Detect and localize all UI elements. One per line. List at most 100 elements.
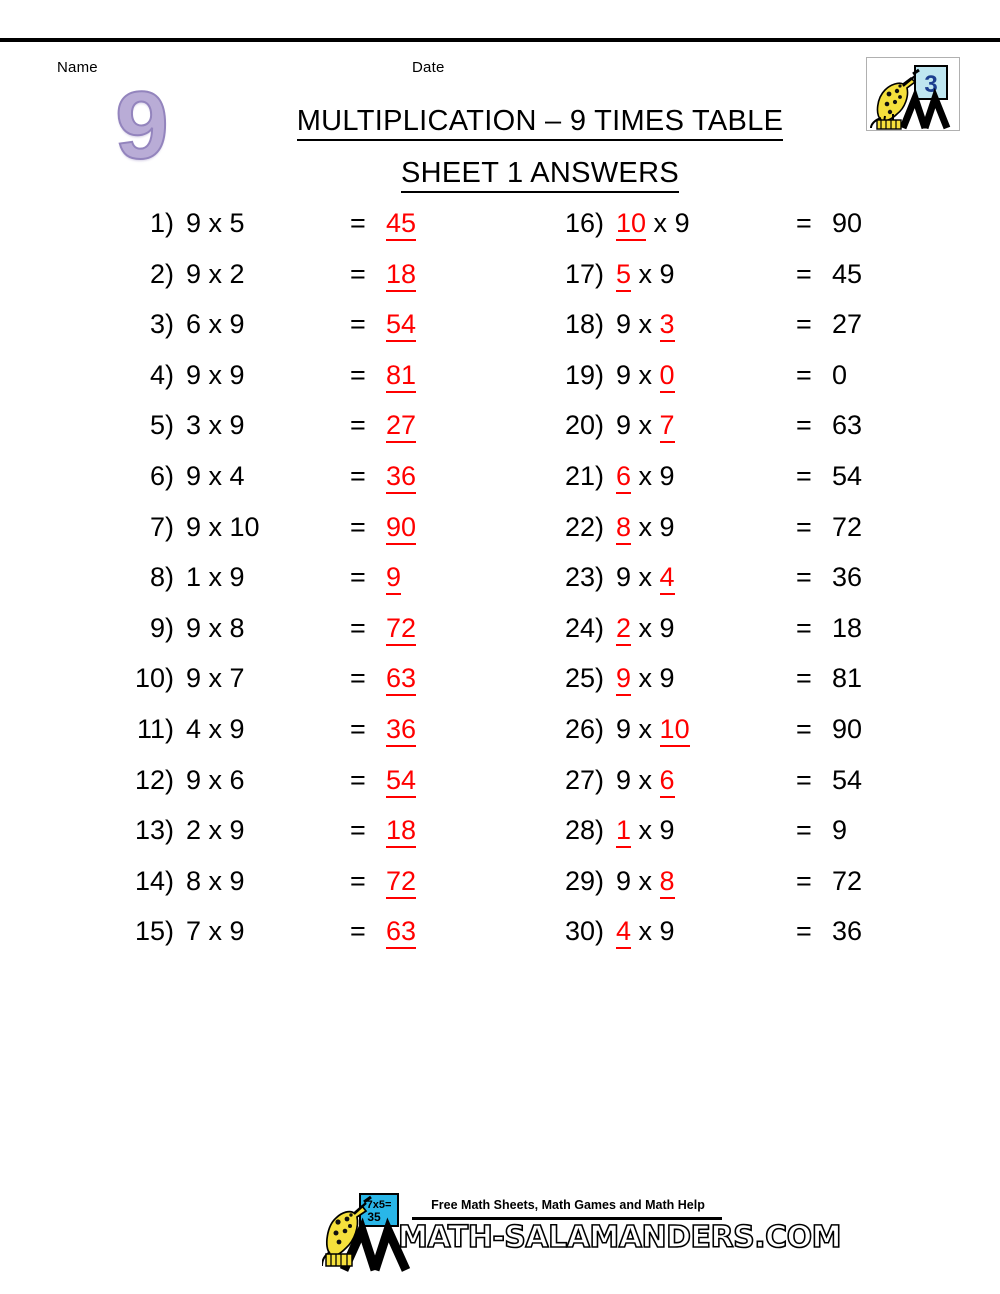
multiply-symbol: x xyxy=(631,663,660,694)
problem-index: 26) xyxy=(564,713,604,744)
problem-answer: 18 xyxy=(832,611,862,645)
problem-answer: 36 xyxy=(832,914,862,948)
problem-row: 11) 4 x 9 = 36 xyxy=(118,712,448,763)
worksheet-subtitle: SHEET 1 ANSWERS xyxy=(220,157,860,193)
footer-website-url[interactable]: MATH-SALAMANDERS.COM xyxy=(397,1219,842,1256)
problem-answer: 0 xyxy=(832,358,847,392)
answer-value: 90 xyxy=(832,208,863,238)
problem-expression: 9 x 3 xyxy=(616,307,675,343)
problem-row: 15) 7 x 9 = 63 xyxy=(118,914,448,965)
operand-b: 7 xyxy=(659,410,675,444)
answer-value: 63 xyxy=(832,410,863,441)
worksheet-title-text: MULTIPLICATION – 9 TIMES TABLE xyxy=(296,105,784,141)
problem-expression: 10 x 9 xyxy=(616,206,690,241)
problem-row: 18) 9 x 3 = 27 xyxy=(548,307,878,358)
multiply-symbol: x xyxy=(631,612,660,643)
problem-index: 1) xyxy=(149,208,174,238)
problem-row: 29) 9 x 8 = 72 xyxy=(548,864,878,915)
problem-row: 30) 4 x 9 = 36 xyxy=(548,914,878,965)
problem-row: 9) 9 x 8 = 72 xyxy=(118,611,448,662)
equals-sign: = xyxy=(796,208,812,238)
problem-row: 4) 9 x 9 = 81 xyxy=(118,358,448,409)
problem-expression: 9 x 5 xyxy=(186,208,245,238)
problem-expression: 9 x 7 xyxy=(186,663,245,694)
problem-answer: 54 xyxy=(832,459,862,493)
problem-expression: 9 x 6 xyxy=(186,764,245,795)
multiply-symbol: x xyxy=(631,713,660,744)
problem-index: 5) xyxy=(149,410,174,441)
answer-value: 72 xyxy=(386,612,417,646)
problem-index: 25) xyxy=(564,663,604,694)
problem-answer: 72 xyxy=(386,611,417,646)
problem-expression: 8 x 9 xyxy=(186,865,245,896)
board-line-2: 35 xyxy=(367,1210,381,1224)
equals-sign: = xyxy=(796,258,812,289)
problem-expression: 9 x 8 xyxy=(186,612,245,643)
answer-value: 18 xyxy=(386,258,417,292)
problem-row: 16) 10 x 9 = 90 xyxy=(548,206,878,257)
multiply-symbol: x xyxy=(631,359,660,390)
equals-sign: = xyxy=(350,511,366,542)
problem-answer: 63 xyxy=(832,408,862,442)
problem-index: 14) xyxy=(134,865,174,896)
problem-row: 22) 8 x 9 = 72 xyxy=(548,510,878,561)
operand-b: 9 xyxy=(659,663,675,694)
problem-answer: 45 xyxy=(386,206,417,241)
problem-row: 3) 6 x 9 = 54 xyxy=(118,307,448,358)
problem-expression: 7 x 9 xyxy=(186,916,245,947)
equals-sign: = xyxy=(350,258,366,289)
equals-sign: = xyxy=(796,410,812,441)
problem-index: 30) xyxy=(564,916,604,947)
problem-index: 27) xyxy=(564,764,604,795)
equals-sign: = xyxy=(796,309,812,340)
equals-sign: = xyxy=(796,764,812,795)
grade-badge-logo: 3 xyxy=(866,57,960,131)
answer-value: 54 xyxy=(832,764,863,795)
multiply-symbol: x xyxy=(631,511,660,542)
problem-column-left: 1) 9 x 5 = 45 2) 9 x 2 = 18 3) 6 x 9 = 54 4) 9 x 9 = 81… xyxy=(118,206,448,965)
equals-sign: = xyxy=(796,663,812,694)
equals-sign: = xyxy=(350,916,366,947)
answer-value: 54 xyxy=(832,460,863,491)
multiply-symbol: x xyxy=(631,410,660,441)
operand-b: 9 xyxy=(674,208,690,238)
problem-row: 25) 9 x 9 = 81 xyxy=(548,661,878,712)
equals-sign: = xyxy=(350,460,366,491)
equals-sign: = xyxy=(350,865,366,896)
answer-value: 72 xyxy=(832,511,863,542)
problem-expression: 9 x 0 xyxy=(616,358,675,393)
operand-b: 9 xyxy=(659,815,675,846)
problem-index: 24) xyxy=(564,612,604,643)
multiply-symbol: x xyxy=(631,815,660,846)
equals-sign: = xyxy=(796,916,812,947)
worksheet-title: MULTIPLICATION – 9 TIMES TABLE xyxy=(220,105,860,141)
operand-a: 9 xyxy=(616,663,632,697)
problem-answer: 9 xyxy=(386,560,402,596)
footer-brand: 7x5= 35 Free Math Sheets, Math Games and… xyxy=(321,1186,842,1272)
problem-expression: 9 x 4 xyxy=(186,460,245,491)
equals-sign: = xyxy=(350,410,366,441)
problem-index: 2) xyxy=(149,258,174,289)
problem-answer: 90 xyxy=(386,510,417,545)
problem-row: 1) 9 x 5 = 45 xyxy=(118,206,448,257)
problem-answer: 18 xyxy=(386,257,417,292)
answer-value: 45 xyxy=(386,208,417,241)
problem-row: 19) 9 x 0 = 0 xyxy=(548,358,878,409)
problem-index: 4) xyxy=(149,359,174,390)
problem-expression: 1 x 9 xyxy=(616,813,675,849)
equals-sign: = xyxy=(350,713,366,744)
operand-b: 0 xyxy=(659,359,675,393)
problem-row: 7) 9 x 10 = 90 xyxy=(118,510,448,561)
problem-expression: 9 x 6 xyxy=(616,763,675,798)
operand-a: 2 xyxy=(616,612,632,646)
problem-index: 11) xyxy=(136,713,174,744)
problem-answer: 54 xyxy=(386,307,417,343)
problem-row: 24) 2 x 9 = 18 xyxy=(548,611,878,662)
problem-row: 13) 2 x 9 = 18 xyxy=(118,813,448,864)
problem-answer: 54 xyxy=(386,763,417,798)
answer-value: 0 xyxy=(832,359,848,390)
equals-sign: = xyxy=(796,359,812,390)
equals-sign: = xyxy=(796,815,812,846)
problem-answer: 27 xyxy=(386,408,417,444)
multiply-symbol: x xyxy=(646,208,675,238)
